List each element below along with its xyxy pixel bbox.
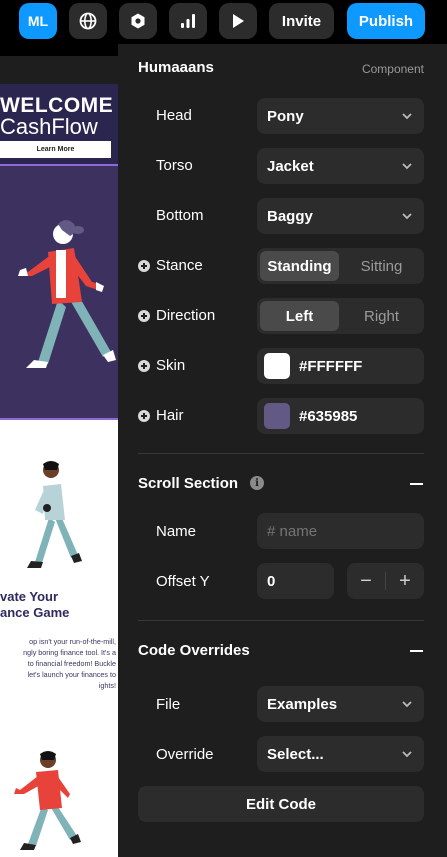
offset-y-label: Offset Y bbox=[156, 573, 210, 590]
file-select[interactable]: Examples bbox=[257, 686, 424, 722]
scroll-name-input[interactable] bbox=[257, 513, 424, 549]
scroll-section-title: Scroll Section bbox=[138, 475, 239, 492]
add-hair-variable-icon[interactable] bbox=[138, 410, 150, 422]
paragraph-line: let's launch your finances to bbox=[27, 670, 116, 679]
hero-bottom-border bbox=[0, 418, 118, 420]
direction-label: Direction bbox=[156, 307, 216, 324]
avatar-initials: ML bbox=[27, 13, 49, 29]
walking-person-illustration bbox=[18, 220, 116, 368]
component-title: Humaaans bbox=[138, 59, 214, 76]
head-select[interactable]: Pony bbox=[257, 98, 424, 134]
hexagon-icon bbox=[131, 13, 145, 29]
hero-section[interactable]: WELCOME CashFlow Learn More bbox=[0, 84, 118, 420]
edit-code-button[interactable]: Edit Code bbox=[138, 786, 424, 822]
section-divider bbox=[138, 620, 424, 621]
hero-subtitle: CashFlow bbox=[0, 114, 98, 139]
learn-more-button[interactable]: Learn More bbox=[0, 141, 111, 158]
add-direction-variable-icon[interactable] bbox=[138, 310, 150, 322]
override-value: Select... bbox=[267, 745, 324, 763]
skin-color-field[interactable]: #FFFFFF bbox=[257, 348, 424, 384]
preview-button[interactable] bbox=[219, 3, 257, 39]
hero-divider bbox=[0, 164, 118, 166]
bottom-label: Bottom bbox=[156, 207, 204, 224]
bottom-select[interactable]: Baggy bbox=[257, 198, 424, 234]
override-select[interactable]: Select... bbox=[257, 736, 424, 772]
chevron-down-icon bbox=[402, 163, 412, 170]
direction-option-right[interactable]: Right bbox=[342, 301, 421, 331]
section-divider bbox=[138, 453, 424, 454]
section-heading-line1: vate Your bbox=[0, 589, 59, 604]
site-settings-button[interactable] bbox=[69, 3, 107, 39]
walking-person-illustration-2 bbox=[27, 461, 82, 568]
analytics-button[interactable] bbox=[169, 3, 207, 39]
torso-value: Jacket bbox=[267, 157, 314, 175]
file-value: Examples bbox=[267, 695, 338, 713]
chevron-down-icon bbox=[402, 751, 412, 758]
paragraph-line: ngly boring finance tool. It's a bbox=[23, 648, 116, 657]
info-icon[interactable]: i bbox=[250, 476, 264, 490]
paragraph-line: ights! bbox=[98, 681, 116, 690]
globe-icon bbox=[79, 12, 97, 30]
add-stance-variable-icon[interactable] bbox=[138, 260, 150, 272]
skin-hex-value: #FFFFFF bbox=[299, 357, 363, 375]
chevron-down-icon bbox=[402, 113, 412, 120]
offset-y-stepper: − + bbox=[347, 563, 424, 599]
chevron-down-icon bbox=[402, 213, 412, 220]
component-type-label: Component bbox=[361, 62, 424, 76]
chevron-down-icon bbox=[402, 701, 412, 708]
hair-label: Hair bbox=[156, 407, 184, 424]
section-heading-line2: ance Game bbox=[0, 605, 70, 620]
stance-option-sitting[interactable]: Sitting bbox=[342, 251, 421, 281]
hair-color-swatch[interactable] bbox=[264, 403, 290, 429]
collapse-scroll-section-icon[interactable] bbox=[410, 483, 423, 485]
skin-color-swatch[interactable] bbox=[264, 353, 290, 379]
offset-y-value: 0 bbox=[267, 572, 276, 590]
collapse-code-overrides-icon[interactable] bbox=[410, 650, 423, 652]
components-button[interactable] bbox=[119, 3, 157, 39]
code-overrides-title: Code Overrides bbox=[138, 642, 250, 659]
torso-label: Torso bbox=[156, 157, 193, 174]
file-label: File bbox=[156, 696, 181, 713]
bar-chart-icon bbox=[181, 14, 195, 28]
head-value: Pony bbox=[267, 107, 304, 125]
publish-button[interactable]: Publish bbox=[347, 3, 425, 39]
torso-select[interactable]: Jacket bbox=[257, 148, 424, 184]
canvas-preview[interactable]: WELCOME CashFlow Learn More vate Your an… bbox=[0, 56, 118, 857]
bottom-value: Baggy bbox=[267, 207, 313, 225]
hair-color-field[interactable]: #635985 bbox=[257, 398, 424, 434]
paragraph-line: op isn't your run-of-the-mill, bbox=[29, 637, 116, 646]
hair-hex-value: #635985 bbox=[299, 407, 358, 425]
invite-button[interactable]: Invite bbox=[269, 3, 334, 39]
skin-label: Skin bbox=[156, 357, 186, 374]
invite-label: Invite bbox=[281, 12, 322, 30]
section-paragraph: op isn't your run-of-the-mill, ngly bori… bbox=[0, 636, 116, 691]
walking-person-illustration-3 bbox=[14, 751, 81, 850]
stance-label: Stance bbox=[156, 257, 203, 274]
scroll-name-label: Name bbox=[156, 523, 197, 540]
properties-panel: Humaaans Component Head Pony Torso Jacke… bbox=[118, 44, 447, 857]
canvas-frame-strip bbox=[0, 56, 118, 84]
head-label: Head bbox=[156, 107, 192, 124]
offset-y-input[interactable]: 0 bbox=[257, 563, 334, 599]
user-avatar-button[interactable]: ML bbox=[19, 3, 57, 39]
play-icon bbox=[233, 14, 244, 28]
publish-label: Publish bbox=[358, 12, 414, 30]
decrement-button[interactable]: − bbox=[347, 563, 385, 599]
top-toolbar: ML Invite Publish bbox=[0, 0, 447, 44]
stance-option-standing[interactable]: Standing bbox=[260, 251, 339, 281]
direction-option-left[interactable]: Left bbox=[260, 301, 339, 331]
increment-button[interactable]: + bbox=[386, 563, 424, 599]
direction-segmented-control: Left Right bbox=[257, 298, 424, 334]
add-skin-variable-icon[interactable] bbox=[138, 360, 150, 372]
override-label: Override bbox=[156, 746, 214, 763]
paragraph-line: to financial freedom! Buckle bbox=[27, 659, 116, 668]
stance-segmented-control: Standing Sitting bbox=[257, 248, 424, 284]
